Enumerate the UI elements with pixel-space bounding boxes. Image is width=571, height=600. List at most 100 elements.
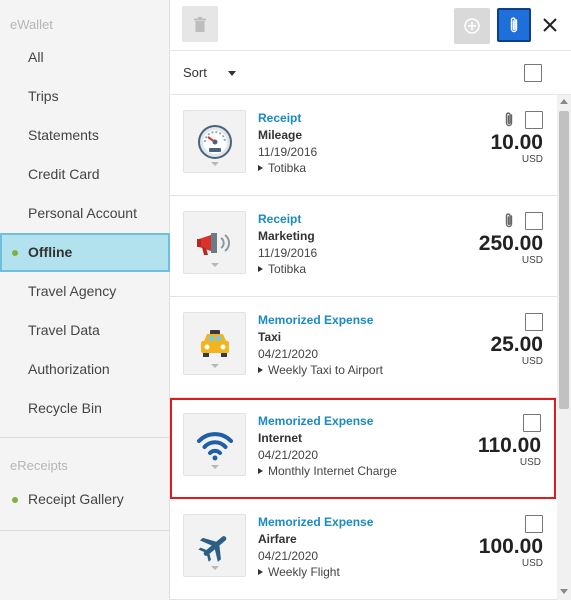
expense-date: 04/21/2020 <box>258 448 319 462</box>
scrollbar-thumb[interactable] <box>559 111 569 409</box>
sidebar-item-trips[interactable]: Trips <box>0 77 170 116</box>
sidebar-item-label: Trips <box>28 88 59 104</box>
sidebar-divider <box>0 530 170 531</box>
expense-currency: USD <box>521 154 543 165</box>
expense-date: 04/21/2020 <box>258 347 319 361</box>
sidebar-item-label: Travel Agency <box>28 283 117 299</box>
sidebar-item-label: Receipt Gallery <box>28 491 124 507</box>
sidebar-item-personal-account[interactable]: Personal Account <box>0 194 170 233</box>
sidebar-item-travel-data[interactable]: Travel Data <box>0 311 170 350</box>
expense-thumbnail[interactable] <box>183 514 246 577</box>
sidebar-item-label: Credit Card <box>28 166 100 182</box>
expense-description-text: Monthly Internet Charge <box>268 464 397 478</box>
sidebar-item-label: All <box>28 49 44 65</box>
sort-dropdown[interactable]: Sort <box>183 65 207 80</box>
expense-description: Totibka <box>258 161 306 175</box>
speedometer-icon <box>197 124 232 159</box>
sidebar: eWallet All Trips Statements Credit Card… <box>0 0 170 600</box>
expense-type: Memorized Expense <box>258 313 374 327</box>
sidebar-item-recycle-bin[interactable]: Recycle Bin <box>0 389 170 428</box>
sidebar-item-authorization[interactable]: Authorization <box>0 350 170 389</box>
expense-description-text: Totibka <box>268 262 307 276</box>
expense-description: Monthly Internet Charge <box>258 464 397 478</box>
expense-name: Internet <box>258 431 303 445</box>
expense-thumbnail[interactable] <box>183 211 246 274</box>
sidebar-item-label: Statements <box>28 127 99 143</box>
ewallet-section-title: eWallet <box>10 17 53 32</box>
expand-triangle-icon[interactable] <box>258 468 263 474</box>
scroll-down-arrow-icon[interactable] <box>560 589 568 594</box>
paperclip-icon <box>505 213 513 228</box>
sidebar-item-label: Personal Account <box>28 205 137 221</box>
toolbar <box>170 0 571 50</box>
expense-checkbox[interactable] <box>525 212 543 230</box>
chevron-down-icon <box>211 465 219 469</box>
expense-description-text: Totibka <box>268 161 307 175</box>
expense-card[interactable]: Memorized Expense Airfare 04/21/2020 Wee… <box>170 499 557 600</box>
close-button[interactable] <box>538 10 562 40</box>
expense-name: Marketing <box>258 229 315 243</box>
expense-card-highlighted[interactable]: Memorized Expense Internet 04/21/2020 Mo… <box>170 398 556 499</box>
expense-description-text: Weekly Taxi to Airport <box>268 363 383 377</box>
expense-thumbnail[interactable] <box>183 110 246 173</box>
attach-button[interactable] <box>497 8 531 42</box>
expense-currency: USD <box>521 255 543 266</box>
expense-checkbox[interactable] <box>525 313 543 331</box>
sidebar-item-travel-agency[interactable]: Travel Agency <box>0 272 170 311</box>
expense-checkbox[interactable] <box>525 111 543 129</box>
sidebar-item-label: Authorization <box>28 361 110 377</box>
chevron-down-icon <box>211 566 219 570</box>
ereceipts-section-title: eReceipts <box>10 458 68 473</box>
expense-description-text: Weekly Flight <box>268 565 340 579</box>
expand-triangle-icon[interactable] <box>258 165 263 171</box>
list-scrollbar[interactable] <box>557 95 571 600</box>
expense-date: 04/21/2020 <box>258 549 319 563</box>
expand-triangle-icon[interactable] <box>258 367 263 373</box>
expense-date: 11/19/2016 <box>258 246 318 260</box>
megaphone-icon <box>196 232 230 255</box>
expense-name: Mileage <box>258 128 303 142</box>
expense-name: Airfare <box>258 532 297 546</box>
close-icon <box>543 18 557 32</box>
expense-date: 11/19/2016 <box>258 145 318 159</box>
expense-thumbnail[interactable] <box>183 413 246 476</box>
select-all-checkbox[interactable] <box>524 64 542 82</box>
sidebar-item-statements[interactable]: Statements <box>0 116 170 155</box>
expense-amount: 110.00 <box>477 434 541 457</box>
sidebar-item-receipt-gallery[interactable]: Receipt Gallery <box>0 480 170 519</box>
airplane-icon <box>197 535 226 562</box>
paperclip-icon <box>505 112 513 127</box>
sidebar-item-offline[interactable]: Offline <box>0 233 170 272</box>
expand-triangle-icon[interactable] <box>258 569 263 575</box>
scroll-up-arrow-icon[interactable] <box>560 99 568 104</box>
expense-type: Memorized Expense <box>258 515 374 529</box>
expense-thumbnail[interactable] <box>183 312 246 375</box>
expense-type: Receipt <box>258 111 302 125</box>
sidebar-item-label: Recycle Bin <box>28 400 102 416</box>
chevron-down-icon <box>211 364 219 368</box>
plus-circle-icon <box>464 18 480 34</box>
add-button[interactable] <box>454 8 490 44</box>
chevron-down-icon <box>211 162 219 166</box>
trash-icon <box>194 16 206 32</box>
expense-list: Receipt Mileage 11/19/2016 Totibka 10.00… <box>170 95 557 600</box>
expense-amount: 10.00 <box>490 131 543 154</box>
expense-card[interactable]: Memorized Expense Taxi 04/21/2020 Weekly… <box>170 297 557 398</box>
expense-checkbox[interactable] <box>525 515 543 533</box>
expense-description: Totibka <box>258 262 306 276</box>
sidebar-item-all[interactable]: All <box>0 38 170 77</box>
expense-checkbox[interactable] <box>523 414 541 432</box>
sidebar-item-credit-card[interactable]: Credit Card <box>0 155 170 194</box>
expense-card[interactable]: Receipt Mileage 11/19/2016 Totibka 10.00… <box>170 95 557 196</box>
expense-card[interactable]: Receipt Marketing 11/19/2016 Totibka 250… <box>170 196 557 297</box>
expand-triangle-icon[interactable] <box>258 266 263 272</box>
expense-amount: 250.00 <box>478 232 543 255</box>
wifi-icon <box>196 431 233 460</box>
delete-button[interactable] <box>182 6 218 42</box>
expense-currency: USD <box>521 558 543 569</box>
dot-icon <box>12 496 18 503</box>
chevron-down-icon[interactable] <box>228 71 236 76</box>
taxi-icon <box>200 329 229 357</box>
expense-amount: 25.00 <box>490 333 543 356</box>
expense-amount: 100.00 <box>478 535 543 558</box>
